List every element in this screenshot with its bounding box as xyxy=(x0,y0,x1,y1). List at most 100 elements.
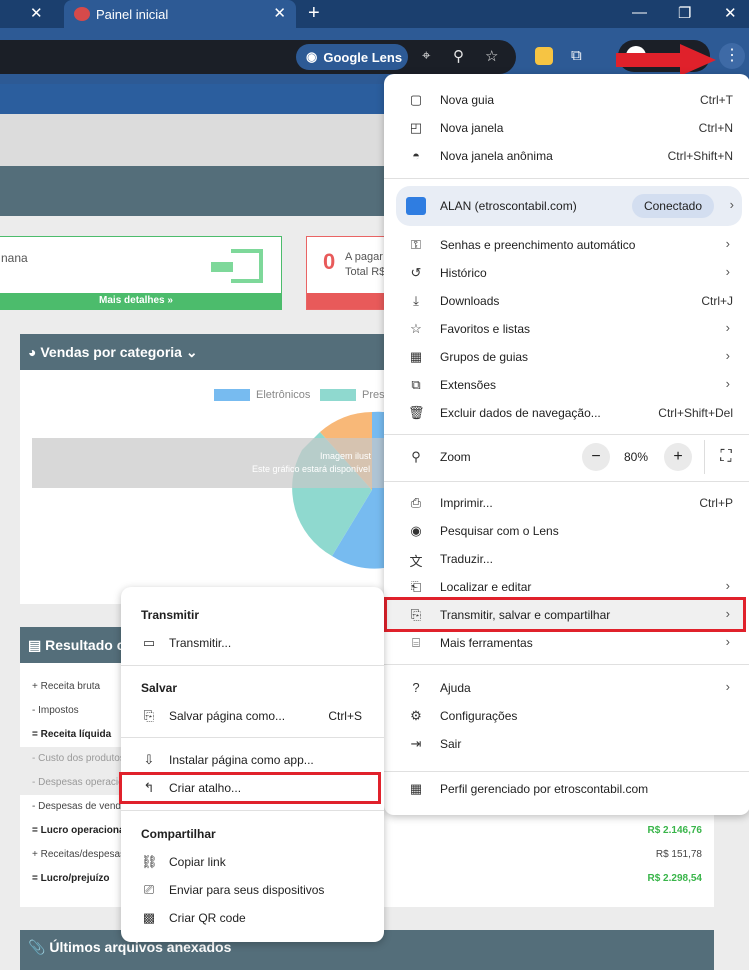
profile-row[interactable]: ALAN (etroscontabil.com) Conectado › xyxy=(396,186,742,226)
managed-profile-row[interactable]: ▦ Perfil gerenciado por etroscontabil.co… xyxy=(384,775,749,803)
maximize-button[interactable]: ❐ xyxy=(678,4,691,22)
panel-title: Resultado co xyxy=(45,637,134,653)
legend-label: Eletrônicos xyxy=(256,389,311,401)
menu-shortcut: Ctrl+P xyxy=(699,496,733,510)
row-label: + Receita bruta xyxy=(32,681,101,692)
profile-name: ALAN (etroscontabil.com) xyxy=(440,199,577,213)
menu-item[interactable]: ◓ Nova janela anônima Ctrl+Shift+N xyxy=(384,142,749,170)
active-tab[interactable]: Painel inicial ✕ xyxy=(64,0,296,28)
menu-item[interactable]: ⌸ Mais ferramentas › xyxy=(384,629,749,657)
menu-item[interactable]: ⎙ Imprimir... Ctrl+P xyxy=(384,489,749,517)
menu-item[interactable]: ◰ Nova janela Ctrl+N xyxy=(384,114,749,142)
copy-link-item[interactable]: ⛓ Copiar link xyxy=(121,848,384,876)
pie-chart-icon: ◕ xyxy=(28,344,37,360)
red-arrow-annotation xyxy=(616,44,716,76)
google-lens-label: Google Lens xyxy=(323,49,403,65)
translate-icon: 文 xyxy=(409,554,423,569)
new-tab-button[interactable]: + xyxy=(308,2,320,25)
qr-code-icon: ▩ xyxy=(142,910,156,925)
cast-item[interactable]: ▭ Transmitir... xyxy=(121,629,384,657)
details-link[interactable]: Mais detalhes » xyxy=(0,293,281,309)
menu-item-label: Grupos de guias xyxy=(440,350,529,364)
zoom-icon[interactable]: ⚲ xyxy=(453,47,464,65)
row-label: = Lucro/prejuízo xyxy=(32,873,110,884)
menu-item[interactable]: ▦ Grupos de guias › xyxy=(384,343,749,371)
card-total: Total R$ xyxy=(345,266,386,278)
fullscreen-icon[interactable]: ⛶ xyxy=(712,443,740,471)
menu-item-label: Configurações xyxy=(440,709,518,723)
menu-item-label: Nova janela anônima xyxy=(440,149,553,163)
chevron-right-icon: › xyxy=(725,578,730,593)
card-number: 0 xyxy=(323,249,336,274)
menu-item[interactable]: 文 Traduzir... xyxy=(384,545,749,573)
chrome-menu-button[interactable]: ⋮ xyxy=(719,43,745,69)
qr-code-item[interactable]: ▩ Criar QR code xyxy=(121,904,384,932)
puzzle-icon: ⧉ xyxy=(411,377,421,392)
chevron-right-icon: › xyxy=(729,197,734,212)
menu-shortcut: Ctrl+Shift+Del xyxy=(658,406,733,420)
close-tab-icon[interactable]: ✕ xyxy=(30,4,43,22)
chevron-down-icon[interactable]: ⌄ xyxy=(186,344,198,360)
address-bar[interactable] xyxy=(0,40,516,74)
menu-item[interactable]: ◉ Pesquisar com o Lens xyxy=(384,517,749,545)
close-tab-icon[interactable]: ✕ xyxy=(273,4,286,22)
key-icon: ⚿ xyxy=(411,237,421,252)
menu-item-label: Imprimir... xyxy=(440,496,493,510)
card-footer[interactable] xyxy=(307,293,395,309)
close-window-button[interactable]: ✕ xyxy=(724,4,737,22)
location-icon[interactable]: ⌖ xyxy=(422,47,430,64)
section-header: Transmitir xyxy=(141,608,200,622)
menu-shortcut: Ctrl+Shift+N xyxy=(667,149,733,163)
install-label: Instalar página como app... xyxy=(169,753,314,767)
menu-item[interactable]: 🗑 Excluir dados de navegação... Ctrl+Shift… xyxy=(384,399,749,427)
menu-item-label: Extensões xyxy=(440,378,497,392)
send-devices-item[interactable]: ⎚ Enviar para seus dispositivos xyxy=(121,876,384,904)
site-favicon-icon xyxy=(74,7,90,21)
sign-in-icon xyxy=(211,249,263,283)
menu-item[interactable]: ☆ Favoritos e listas › xyxy=(384,315,749,343)
menu-shortcut: Ctrl+J xyxy=(701,294,733,308)
save-page-item[interactable]: ⎘ Salvar página como... Ctrl+S xyxy=(121,702,384,730)
bookmark-star-icon[interactable]: ☆ xyxy=(485,47,498,65)
trash-icon: 🗑 xyxy=(408,405,425,420)
chevron-right-icon: › xyxy=(725,606,730,621)
menu-item[interactable]: ⚙ Configurações xyxy=(384,702,749,730)
menu-item[interactable]: ▢ Nova guia Ctrl+T xyxy=(384,86,749,114)
building-icon: ▦ xyxy=(409,781,423,796)
menu-item[interactable]: ⎘ Transmitir, salvar e compartilhar › xyxy=(384,601,749,629)
google-lens-button[interactable]: ◉ Google Lens xyxy=(296,44,408,70)
copy-link-label: Copiar link xyxy=(169,855,226,869)
menu-item[interactable]: ⧉ Extensões › xyxy=(384,371,749,399)
zoom-in-button[interactable]: + xyxy=(664,443,692,471)
zoom-out-button[interactable]: − xyxy=(582,443,610,471)
overlay-title: Imagem ilust xyxy=(320,451,372,461)
overlay-text: Este gráfico estará disponível xyxy=(252,464,371,474)
zoom-row: ⚲ Zoom xyxy=(384,443,749,471)
menu-item[interactable]: ? Ajuda › xyxy=(384,674,749,702)
menu-item[interactable]: ⇥ Sair xyxy=(384,730,749,758)
cast-save-share-submenu: Transmitir ▭ Transmitir... Salvar ⎘ Salv… xyxy=(119,587,384,942)
row-label: - Despesas operacio xyxy=(32,777,124,788)
save-share-icon: ⎘ xyxy=(410,607,422,622)
panel-header: ◕ Vendas por categoria ⌄ xyxy=(20,334,400,370)
menu-shortcut: Ctrl+T xyxy=(700,93,733,107)
menu-item[interactable]: ⚿ Senhas e preenchimento automático › xyxy=(384,231,749,259)
section-header: Compartilhar xyxy=(141,827,216,841)
extension-icon[interactable] xyxy=(535,47,553,65)
extensions-puzzle-icon[interactable]: ⧉ xyxy=(571,47,582,64)
star-icon: ☆ xyxy=(410,321,422,336)
create-shortcut-item[interactable]: ↰ Criar atalho... xyxy=(121,774,384,802)
minimize-button[interactable]: — xyxy=(632,4,647,21)
menu-item[interactable]: ⤓ Downloads Ctrl+J xyxy=(384,287,749,315)
chevron-right-icon: › xyxy=(725,634,730,649)
install-app-item[interactable]: ⇩ Instalar página como app... xyxy=(121,746,384,774)
chevron-right-icon: › xyxy=(725,376,730,391)
summary-card-green: nana Mais detalhes » xyxy=(0,236,282,310)
menu-item[interactable]: ⎗ Localizar e editar › xyxy=(384,573,749,601)
menu-item[interactable]: ↺ Histórico › xyxy=(384,259,749,287)
print-icon: ⎙ xyxy=(410,495,422,510)
cast-label: Transmitir... xyxy=(169,636,232,650)
menu-item-label: Transmitir, salvar e compartilhar xyxy=(440,608,611,622)
new-tab-icon: ▢ xyxy=(409,92,423,107)
link-icon: ⛓ xyxy=(141,854,158,869)
